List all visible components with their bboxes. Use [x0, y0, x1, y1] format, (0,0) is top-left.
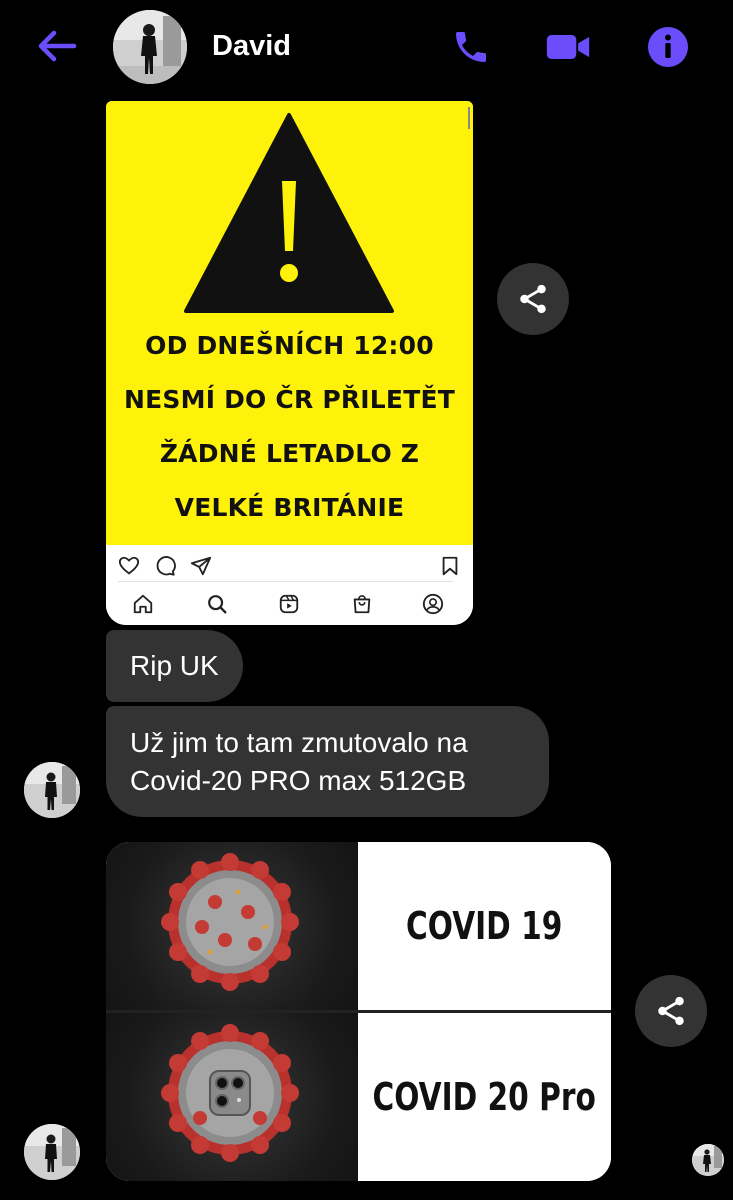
seen-receipt-avatar — [692, 1144, 724, 1176]
message-bubble[interactable]: Už jim to tam zmutovalo na Covid-20 PRO … — [106, 706, 549, 817]
sender-avatar[interactable] — [24, 762, 80, 818]
back-arrow-icon — [38, 30, 77, 62]
contact-avatar[interactable] — [113, 10, 187, 84]
back-button[interactable] — [34, 26, 78, 66]
comment-icon — [156, 556, 176, 576]
share-icon — [658, 996, 684, 1026]
call-button[interactable] — [448, 24, 494, 70]
contact-name[interactable]: David — [212, 30, 291, 63]
warning-line-4: VELKÉ BRITÁNIE — [174, 493, 405, 522]
scrollbar — [468, 107, 470, 129]
virus-image-bottom — [106, 1013, 358, 1181]
video-call-button[interactable] — [545, 24, 591, 70]
warning-line-2: NESMÍ DO ČR PŘILETĚT — [124, 385, 455, 414]
share-icon — [520, 284, 546, 314]
profile-icon — [422, 593, 444, 615]
warning-line-3: ŽÁDNÉ LETADLO Z — [159, 439, 420, 468]
covid-meme-image[interactable]: COVID 19 COVID 20 Pro — [106, 842, 611, 1181]
info-icon — [648, 27, 688, 67]
send-icon — [190, 556, 212, 576]
post-action-bar — [106, 545, 473, 625]
shared-instagram-post[interactable]: OD DNEŠNÍCH 12:00 NESMÍ DO ČR PŘILETĚT Ž… — [106, 101, 473, 625]
divider — [118, 581, 453, 582]
share-button[interactable] — [635, 975, 707, 1047]
meme-label-bottom-panel: COVID 20 Pro — [358, 1013, 611, 1181]
bookmark-icon — [442, 556, 458, 576]
meme-label-top: COVID 19 — [406, 904, 563, 948]
home-icon — [133, 594, 153, 614]
phone-icon — [456, 32, 486, 62]
meme-label-top-panel: COVID 19 — [358, 842, 611, 1010]
message-text-line: Už jim to tam zmutovalo na — [130, 727, 468, 758]
sender-avatar[interactable] — [24, 1124, 80, 1180]
chat-header: David — [0, 0, 733, 96]
shop-icon — [353, 595, 371, 614]
info-button[interactable] — [645, 24, 691, 70]
virus-image-top — [106, 842, 358, 1010]
heart-icon — [118, 556, 140, 575]
video-camera-icon — [546, 35, 590, 59]
message-bubble[interactable]: Rip UK — [106, 630, 243, 702]
reels-icon — [279, 594, 299, 614]
meme-label-bottom: COVID 20 Pro — [372, 1075, 597, 1119]
share-button[interactable] — [497, 263, 569, 335]
warning-triangle-icon — [184, 113, 394, 313]
search-icon — [208, 595, 227, 614]
warning-image: OD DNEŠNÍCH 12:00 NESMÍ DO ČR PŘILETĚT Ž… — [106, 101, 473, 545]
message-text-line: Covid-20 PRO max 512GB — [130, 765, 467, 796]
warning-line-1: OD DNEŠNÍCH 12:00 — [145, 331, 434, 360]
